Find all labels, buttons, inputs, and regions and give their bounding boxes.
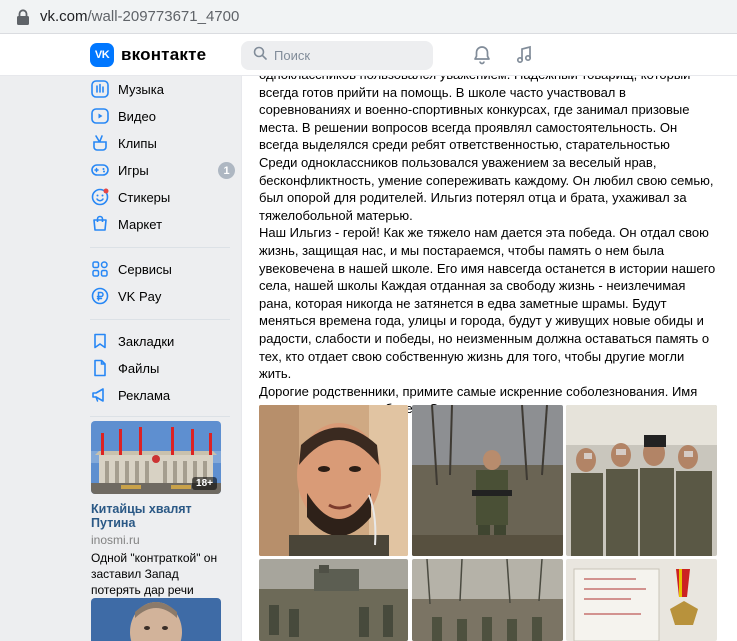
bell-icon[interactable] (470, 43, 494, 67)
url-host: vk.com (40, 8, 88, 25)
sidebar-item-label: Закладки (118, 333, 175, 349)
sidebar-item-services[interactable]: Сервисы (90, 256, 235, 282)
post-paragraph: Наш Ильгиз - герой! Как же тяжело нам да… (259, 225, 716, 382)
promo-description: Одной "контраткой" он заставил Запад пот… (91, 551, 218, 597)
sidebar-item-bookmarks[interactable]: Закладки (90, 328, 235, 354)
sidebar-item-label: Видео (118, 108, 156, 124)
post-paragraph: одноклассников пользовался уважением. На… (259, 76, 690, 153)
sidebar-divider (90, 416, 230, 417)
post-photo[interactable] (566, 559, 717, 641)
search-box[interactable] (241, 41, 433, 70)
music-note-icon[interactable] (512, 43, 536, 67)
services-icon (90, 259, 110, 279)
post-photo[interactable] (566, 405, 717, 556)
post-photo[interactable] (259, 559, 408, 641)
music-icon (90, 79, 110, 99)
bookmark-icon (90, 331, 110, 351)
sidebar-divider (90, 319, 230, 320)
games-count-badge: 1 (218, 162, 235, 179)
promo-image-2[interactable] (91, 598, 221, 641)
age-rating-badge: 18+ (192, 477, 217, 490)
sidebar-item-label: Файлы (118, 360, 160, 376)
post-paragraph: Среди одноклассников пользовался уважени… (259, 154, 714, 223)
sidebar-item-label: Музыка (118, 81, 164, 97)
sticker-icon (90, 187, 110, 207)
url-text[interactable]: vk.com/wall-209773671_4700 (40, 8, 239, 25)
vk-logo-mark: VK (90, 43, 114, 67)
sidebar-item-label: Игры (118, 162, 149, 178)
sidebar-item-label: Сервисы (118, 261, 172, 277)
url-path: /wall-209773671_4700 (87, 8, 240, 25)
sidebar-item-video[interactable]: Видео (90, 103, 235, 129)
browser-address-bar[interactable]: vk.com/wall-209773671_4700 (0, 0, 737, 34)
sidebar-item-stickers[interactable]: Стикеры (90, 184, 235, 210)
post-photo[interactable] (412, 405, 563, 556)
sidebar-divider (90, 247, 230, 248)
vk-header: VK вконтакте (0, 34, 737, 76)
search-icon (253, 46, 267, 65)
search-input[interactable] (274, 48, 424, 63)
vk-logo[interactable]: VK вконтакте (90, 43, 206, 67)
files-icon (90, 358, 110, 378)
sidebar-item-label: Реклама (118, 387, 171, 403)
sidebar-item-ads[interactable]: Реклама (90, 382, 235, 408)
promo-source[interactable]: inosmi.ru (91, 533, 221, 547)
post-text: одноклассников пользовался уважением. На… (259, 76, 719, 418)
sidebar-item-label: VK Pay (118, 288, 162, 304)
sidebar-item-music[interactable]: Музыка (90, 76, 235, 102)
clips-icon (90, 133, 110, 153)
promo-card[interactable]: 18+ Китайцы хвалят Путина inosmi.ru Одно… (91, 421, 221, 598)
gamepad-icon (90, 160, 110, 180)
sidebar-item-label: Клипы (118, 135, 157, 151)
video-icon (90, 106, 110, 126)
promo-image[interactable]: 18+ (91, 421, 221, 494)
promo-title[interactable]: Китайцы хвалят Путина (91, 502, 221, 530)
market-icon (90, 214, 110, 234)
sidebar-item-label: Маркет (118, 216, 163, 232)
wall-post: одноклассников пользовался уважением. На… (241, 76, 737, 641)
vk-logo-text: вконтакте (121, 45, 207, 64)
sidebar-item-games[interactable]: Игры 1 (90, 157, 235, 183)
post-photo[interactable] (412, 559, 563, 641)
post-photo[interactable] (259, 405, 408, 556)
sidebar-item-files[interactable]: Файлы (90, 355, 235, 381)
lock-icon (16, 8, 30, 25)
vkpay-icon (90, 286, 110, 306)
sidebar-item-vkpay[interactable]: VK Pay (90, 283, 235, 309)
promo-card-2[interactable] (91, 598, 221, 641)
sidebar-item-clips[interactable]: Клипы (90, 130, 235, 156)
sidebar-item-label: Стикеры (118, 189, 171, 205)
ads-icon (90, 385, 110, 405)
sidebar-item-market[interactable]: Маркет (90, 211, 235, 237)
